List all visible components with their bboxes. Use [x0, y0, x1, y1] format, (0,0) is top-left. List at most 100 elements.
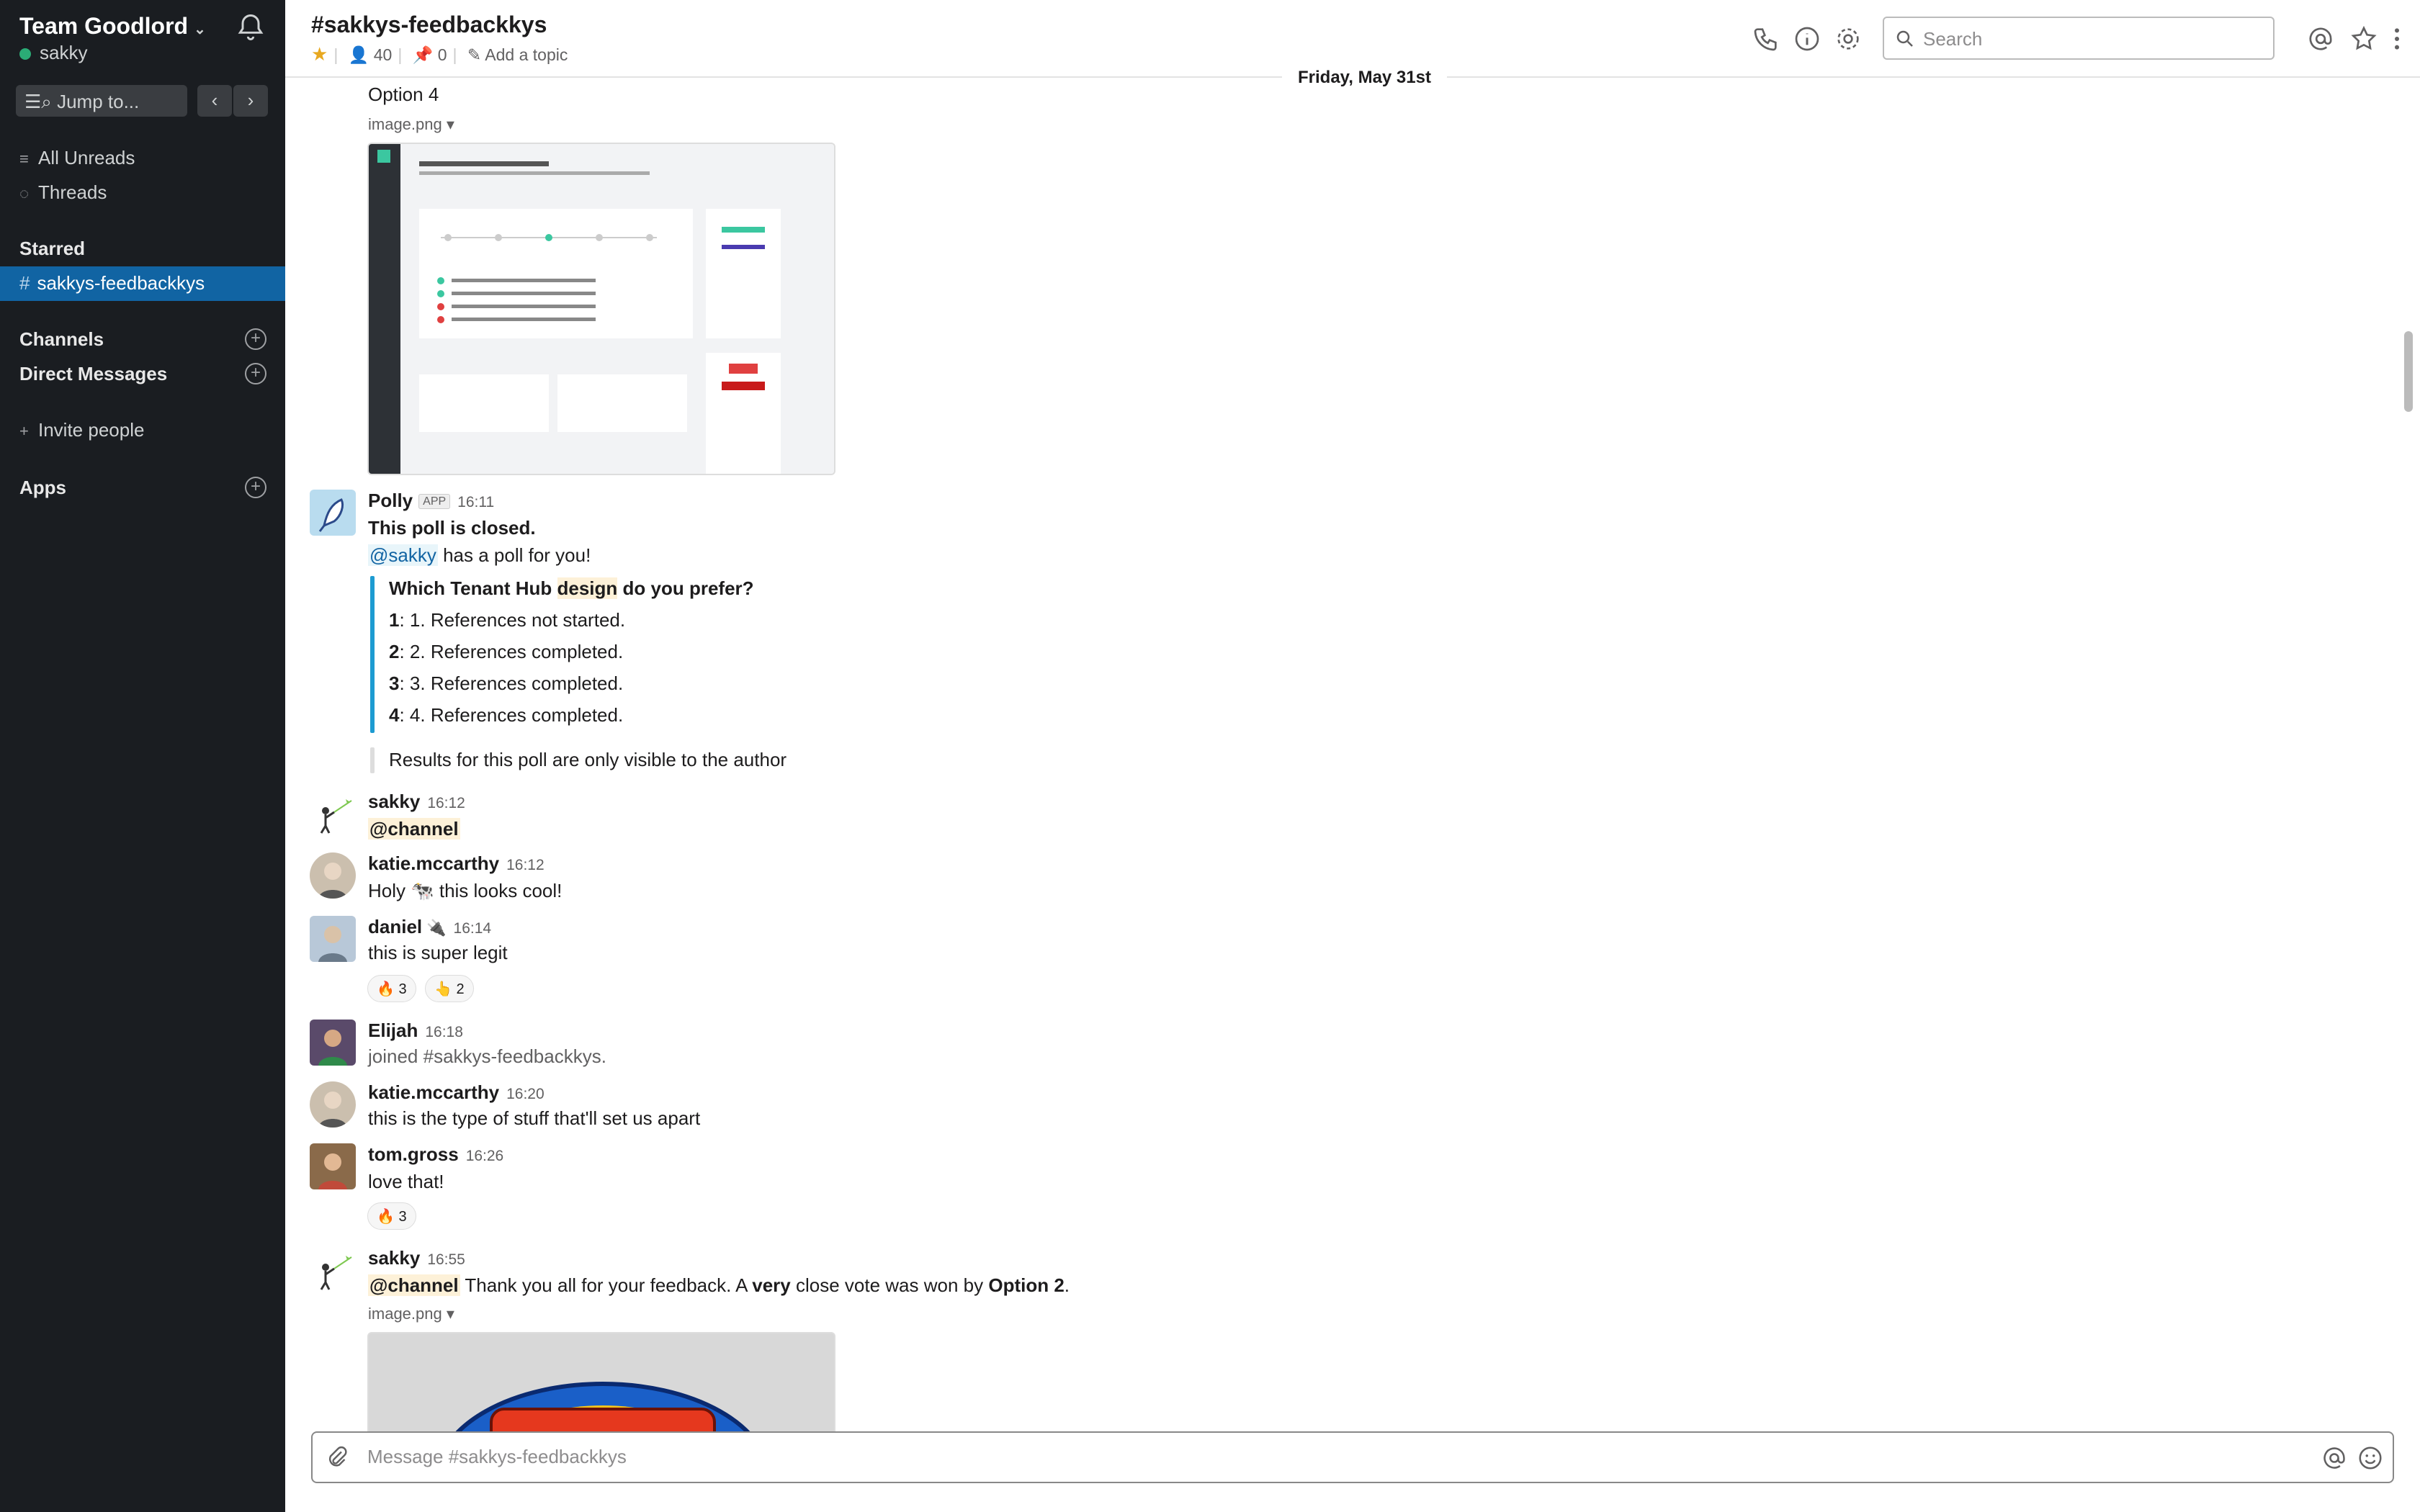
message-header: Elijah 16:18: [368, 1020, 463, 1042]
starred-heading[interactable]: Starred: [19, 238, 85, 260]
author-name[interactable]: katie.mccarthy: [368, 852, 499, 874]
poll-option: 1: 1. References not started.: [389, 609, 626, 631]
gear-icon[interactable]: [1834, 24, 1863, 53]
reaction-point-up[interactable]: 👆 2: [425, 975, 474, 1002]
avatar[interactable]: [310, 1143, 356, 1189]
author-name[interactable]: katie.mccarthy: [368, 1081, 499, 1103]
search-input[interactable]: Search: [1883, 17, 2275, 60]
invite-people-link[interactable]: + Invite people: [19, 419, 144, 441]
reaction-fire[interactable]: 🔥 3: [367, 975, 416, 1002]
status-emoji-icon[interactable]: 🔌: [426, 919, 446, 937]
pin-count[interactable]: 0: [438, 45, 447, 64]
file-name-toggle[interactable]: image.png ▾: [368, 115, 454, 134]
channel-mention[interactable]: @channel: [368, 818, 460, 840]
history-back-button[interactable]: ‹: [197, 85, 232, 117]
message-text: love that!: [368, 1171, 444, 1192]
message-composer[interactable]: Message #sakkys-feedbackkys: [311, 1431, 2394, 1483]
caret-down-icon: ▾: [446, 115, 454, 133]
avatar[interactable]: [310, 792, 356, 838]
sidebar-item-all-unreads[interactable]: ≡ All Unreads: [19, 147, 135, 169]
fire-icon: 🔥: [377, 1209, 395, 1225]
add-channel-icon[interactable]: +: [245, 328, 266, 350]
threads-icon: ◌: [19, 184, 30, 202]
message-text: @sakky has a poll for you!: [368, 544, 591, 567]
message-text: Holy 🐄 this looks cool!: [368, 880, 563, 901]
file-name-toggle[interactable]: image.png ▾: [368, 1305, 454, 1323]
avatar[interactable]: [310, 1020, 356, 1066]
search-icon: [1896, 30, 1913, 47]
emoji-icon[interactable]: [2357, 1444, 2384, 1472]
apps-heading[interactable]: Apps: [19, 477, 66, 499]
timestamp[interactable]: 16:55: [427, 1251, 465, 1268]
scrollbar-thumb[interactable]: [2404, 331, 2413, 412]
tenant-hub-preview: [369, 144, 834, 474]
poll-footer-bar: [370, 747, 375, 773]
star-outline-icon[interactable]: [2349, 24, 2378, 53]
sidebar-item-label: All Unreads: [38, 147, 135, 168]
timestamp[interactable]: 16:26: [466, 1148, 504, 1164]
jump-to-button[interactable]: ☰⌕ Jump to...: [16, 85, 187, 117]
star-icon[interactable]: ★: [311, 43, 328, 65]
hacker-avatar-icon: [320, 799, 352, 834]
author-name[interactable]: daniel: [368, 916, 422, 937]
image-attachment[interactable]: [367, 1332, 835, 1433]
message-list[interactable]: Option 4 image.png ▾ Polly APP 16:11 Thi…: [285, 79, 2420, 1433]
highlighted-word: design: [557, 577, 618, 599]
timestamp[interactable]: 16:20: [506, 1086, 544, 1102]
avatar[interactable]: [310, 1248, 356, 1295]
avatar[interactable]: [310, 490, 356, 536]
sidebar-item-label: sakkys-feedbackkys: [37, 272, 205, 294]
add-topic-link[interactable]: Add a topic: [485, 45, 568, 64]
info-icon[interactable]: [1793, 24, 1821, 53]
channel-header: #sakkys-feedbackkys ★ | 👤 40 | 📌 0 | ✎ Add …: [285, 0, 2420, 78]
sidebar-item-sakkys-feedbackkys[interactable]: # sakkys-feedbackkys: [0, 266, 285, 301]
sidebar-item-threads[interactable]: ◌ Threads: [19, 181, 107, 204]
reaction-fire[interactable]: 🔥 3: [367, 1202, 416, 1230]
mention-icon[interactable]: [2321, 1444, 2348, 1472]
timestamp[interactable]: 16:12: [427, 795, 465, 811]
author-name[interactable]: sakky: [368, 791, 420, 812]
poll-option: 3: 3. References completed.: [389, 672, 624, 694]
team-switcher[interactable]: Team Goodlord ⌄: [19, 13, 206, 40]
avatar[interactable]: [310, 852, 356, 899]
timestamp[interactable]: 16:12: [506, 857, 544, 873]
message-text: @channel Thank you all for your feedback…: [368, 1274, 1070, 1296]
channel-view: #sakkys-feedbackkys ★ | 👤 40 | 📌 0 | ✎ Add …: [285, 0, 2420, 1512]
image-attachment[interactable]: [367, 143, 835, 475]
channel-mention[interactable]: @channel: [368, 1274, 460, 1296]
avatar[interactable]: [310, 916, 356, 962]
jump-label: Jump to...: [57, 91, 140, 112]
add-app-icon[interactable]: +: [245, 477, 266, 498]
user-mention[interactable]: @sakky: [368, 544, 438, 566]
message-header: Polly APP 16:11: [368, 490, 494, 512]
file-name: image.png: [368, 1305, 442, 1323]
author-name[interactable]: Elijah: [368, 1020, 418, 1041]
chevron-right-icon: ›: [247, 89, 254, 111]
paperclip-icon[interactable]: [324, 1444, 350, 1470]
message-text: @channel: [368, 818, 460, 840]
avatar[interactable]: [310, 1081, 356, 1128]
reaction-count: 2: [456, 981, 465, 997]
channel-title[interactable]: #sakkys-feedbackkys: [311, 12, 547, 38]
message-header: daniel 🔌 16:14: [368, 916, 491, 938]
bell-icon[interactable]: [235, 12, 266, 43]
author-name[interactable]: sakky: [368, 1247, 420, 1269]
add-dm-icon[interactable]: +: [245, 363, 266, 384]
mentions-icon[interactable]: [2306, 24, 2335, 53]
member-count[interactable]: 40: [374, 45, 393, 64]
timestamp[interactable]: 16:14: [454, 920, 492, 937]
current-user[interactable]: sakky: [19, 42, 87, 64]
point-up-icon: 👆: [434, 981, 452, 997]
author-name[interactable]: Polly: [368, 490, 413, 511]
caret-down-icon: ▾: [446, 1305, 454, 1323]
phone-icon[interactable]: [1752, 24, 1780, 53]
timestamp[interactable]: 16:18: [425, 1024, 463, 1040]
more-options-icon[interactable]: [2383, 24, 2411, 53]
author-name[interactable]: tom.gross: [368, 1143, 459, 1165]
channel-meta: ★ | 👤 40 | 📌 0 | ✎ Add a topic: [311, 43, 568, 65]
message-header: katie.mccarthy 16:12: [368, 852, 544, 875]
direct-messages-heading[interactable]: Direct Messages: [19, 363, 167, 385]
timestamp[interactable]: 16:11: [457, 494, 494, 510]
history-forward-button[interactable]: ›: [233, 85, 268, 117]
channels-heading[interactable]: Channels: [19, 328, 104, 351]
